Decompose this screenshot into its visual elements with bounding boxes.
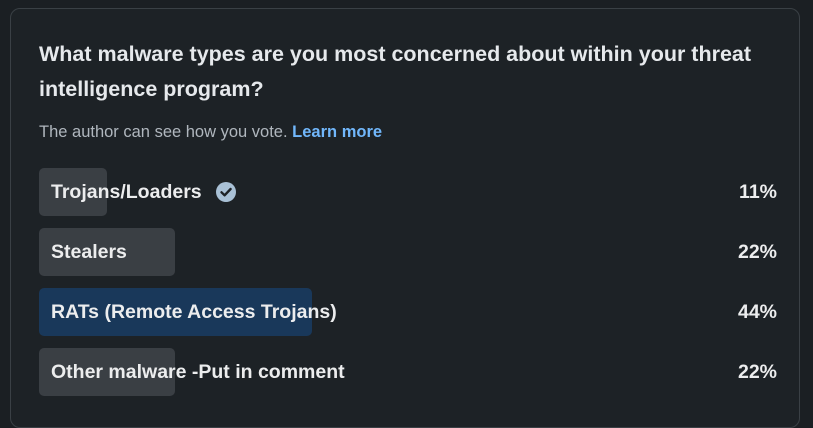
poll-option-rats[interactable]: RATs (Remote Access Trojans) 44% [39,288,777,336]
poll-option-stealers[interactable]: Stealers 22% [39,228,777,276]
poll-option-label: Other malware -Put in comment [51,361,345,383]
poll-option-trojans-loaders[interactable]: Trojans/Loaders 11% [39,168,777,216]
poll-option-label-wrap: Trojans/Loaders [51,168,236,216]
poll-options: Trojans/Loaders 11% Stealers 22% RATs (R… [39,168,777,408]
poll-option-percent: 44% [737,301,777,323]
poll-option-label: RATs (Remote Access Trojans) [51,301,337,323]
poll-option-label: Trojans/Loaders [51,181,202,203]
poll-card: What malware types are you most concerne… [10,8,800,428]
poll-option-other-malware[interactable]: Other malware -Put in comment 22% [39,348,777,396]
poll-option-percent: 11% [739,181,777,203]
vote-visibility-text: The author can see how you vote. [39,123,288,141]
check-circle-icon [215,182,236,202]
vote-visibility-notice: The author can see how you vote. Learn m… [39,123,382,142]
poll-option-percent: 22% [737,361,777,383]
learn-more-link[interactable]: Learn more [292,123,382,141]
poll-question: What malware types are you most concerne… [39,42,752,101]
poll-option-label: Stealers [51,241,127,263]
poll-option-percent: 22% [737,241,777,263]
